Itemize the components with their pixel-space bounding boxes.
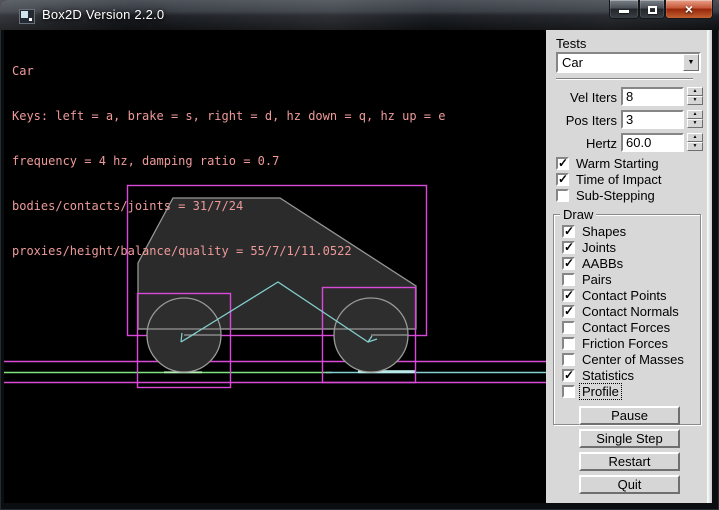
- checkbox-box[interactable]: [562, 273, 575, 286]
- single-step-button[interactable]: Single Step: [579, 429, 680, 448]
- app-icon: [19, 9, 35, 24]
- app-icon-pixel: [21, 11, 28, 18]
- checkbox-label: Profile: [580, 384, 621, 399]
- quit-button[interactable]: Quit: [579, 475, 680, 494]
- checkbox-box[interactable]: [562, 305, 575, 318]
- chevron-down-icon[interactable]: ▼: [683, 54, 699, 71]
- stats-line-title: Car: [12, 64, 445, 79]
- checkbox-box[interactable]: [556, 157, 569, 170]
- checkbox-box[interactable]: [556, 173, 569, 186]
- pos-iters-row: Pos Iters ▲ ▼: [546, 110, 707, 131]
- test-select-value: Car: [562, 55, 583, 70]
- spin-up-icon[interactable]: ▲: [687, 110, 703, 119]
- spin-down-icon[interactable]: ▼: [687, 142, 703, 151]
- hertz-stepper: ▲ ▼: [687, 133, 703, 152]
- draw-group-title: Draw: [560, 207, 596, 222]
- close-icon: ×: [666, 1, 712, 18]
- checkbox-box[interactable]: [556, 189, 569, 202]
- checkbox-label: AABBs: [582, 256, 623, 271]
- pause-button[interactable]: Pause: [579, 406, 680, 425]
- vel-iters-label: Vel Iters: [546, 90, 617, 105]
- checkbox-label: Friction Forces: [582, 336, 668, 351]
- hertz-label: Hertz: [546, 136, 617, 151]
- checkbox-label: Joints: [582, 240, 616, 255]
- checkbox-label: Contact Normals: [582, 304, 679, 319]
- maximize-icon: [648, 6, 657, 14]
- checkbox-label: Time of Impact: [576, 172, 661, 187]
- checkbox-label: Statistics: [582, 368, 634, 383]
- checkbox-label: Shapes: [582, 224, 626, 239]
- spin-down-icon[interactable]: ▼: [687, 119, 703, 128]
- app-window: Box2D Version 2.2.0 × Car Keys: left = a…: [0, 0, 719, 510]
- checkbox-box[interactable]: [562, 321, 575, 334]
- minimize-icon: [619, 10, 629, 13]
- checkbox-box[interactable]: [562, 337, 575, 350]
- checkbox-label: Pairs: [582, 272, 612, 287]
- minimize-button[interactable]: [609, 0, 639, 19]
- checkbox-label: Sub-Stepping: [576, 188, 655, 203]
- stats-line-keys: Keys: left = a, brake = s, right = d, hz…: [12, 109, 445, 124]
- pos-iters-label: Pos Iters: [546, 113, 617, 128]
- spin-up-icon[interactable]: ▲: [687, 87, 703, 96]
- title-bar[interactable]: Box2D Version 2.2.0 ×: [0, 0, 719, 30]
- checkbox-box[interactable]: [562, 353, 575, 366]
- stats-overlay: Car Keys: left = a, brake = s, right = d…: [12, 34, 445, 289]
- maximize-button[interactable]: [639, 0, 665, 19]
- panel-edge-highlight: [707, 30, 712, 503]
- close-button[interactable]: ×: [665, 0, 713, 19]
- checkbox-label: Center of Masses: [582, 352, 684, 367]
- checkbox-label: Contact Points: [582, 288, 667, 303]
- app-icon-pixel: [29, 18, 32, 21]
- window-title: Box2D Version 2.2.0: [42, 7, 164, 22]
- vel-iters-stepper: ▲ ▼: [687, 87, 703, 106]
- vel-iters-input[interactable]: [621, 87, 684, 106]
- checkbox-label: Warm Starting: [576, 156, 659, 171]
- checkbox-box[interactable]: [562, 369, 575, 382]
- separator: [556, 78, 693, 80]
- draw-group: Draw Shapes Joints AABBs Pairs Contact P…: [553, 214, 701, 425]
- simulation-canvas[interactable]: Car Keys: left = a, brake = s, right = d…: [4, 30, 546, 503]
- stats-line-proxies: proxies/height/balance/quality = 55/7/1/…: [12, 244, 445, 259]
- checkbox-box[interactable]: [562, 289, 575, 302]
- test-select-dropdown[interactable]: Car ▼: [556, 52, 701, 73]
- checkbox-box[interactable]: [562, 241, 575, 254]
- checkbox-label: Contact Forces: [582, 320, 670, 335]
- control-panel: Tests Car ▼ Vel Iters ▲ ▼ Pos Iters ▲ ▼ …: [546, 30, 707, 503]
- pos-iters-input[interactable]: [621, 110, 684, 129]
- stats-line-frequency: frequency = 4 hz, damping ratio = 0.7: [12, 154, 445, 169]
- spin-down-icon[interactable]: ▼: [687, 96, 703, 105]
- restart-button[interactable]: Restart: [579, 452, 680, 471]
- hertz-row: Hertz ▲ ▼: [546, 133, 707, 154]
- pos-iters-stepper: ▲ ▼: [687, 110, 703, 129]
- hertz-input[interactable]: [621, 133, 684, 152]
- checkbox-box[interactable]: [562, 385, 575, 398]
- stats-line-bodies: bodies/contacts/joints = 31/7/24: [12, 199, 445, 214]
- checkbox-box[interactable]: [562, 225, 575, 238]
- vel-iters-row: Vel Iters ▲ ▼: [546, 87, 707, 108]
- tests-label: Tests: [556, 36, 586, 51]
- spin-up-icon[interactable]: ▲: [687, 133, 703, 142]
- checkbox-box[interactable]: [562, 257, 575, 270]
